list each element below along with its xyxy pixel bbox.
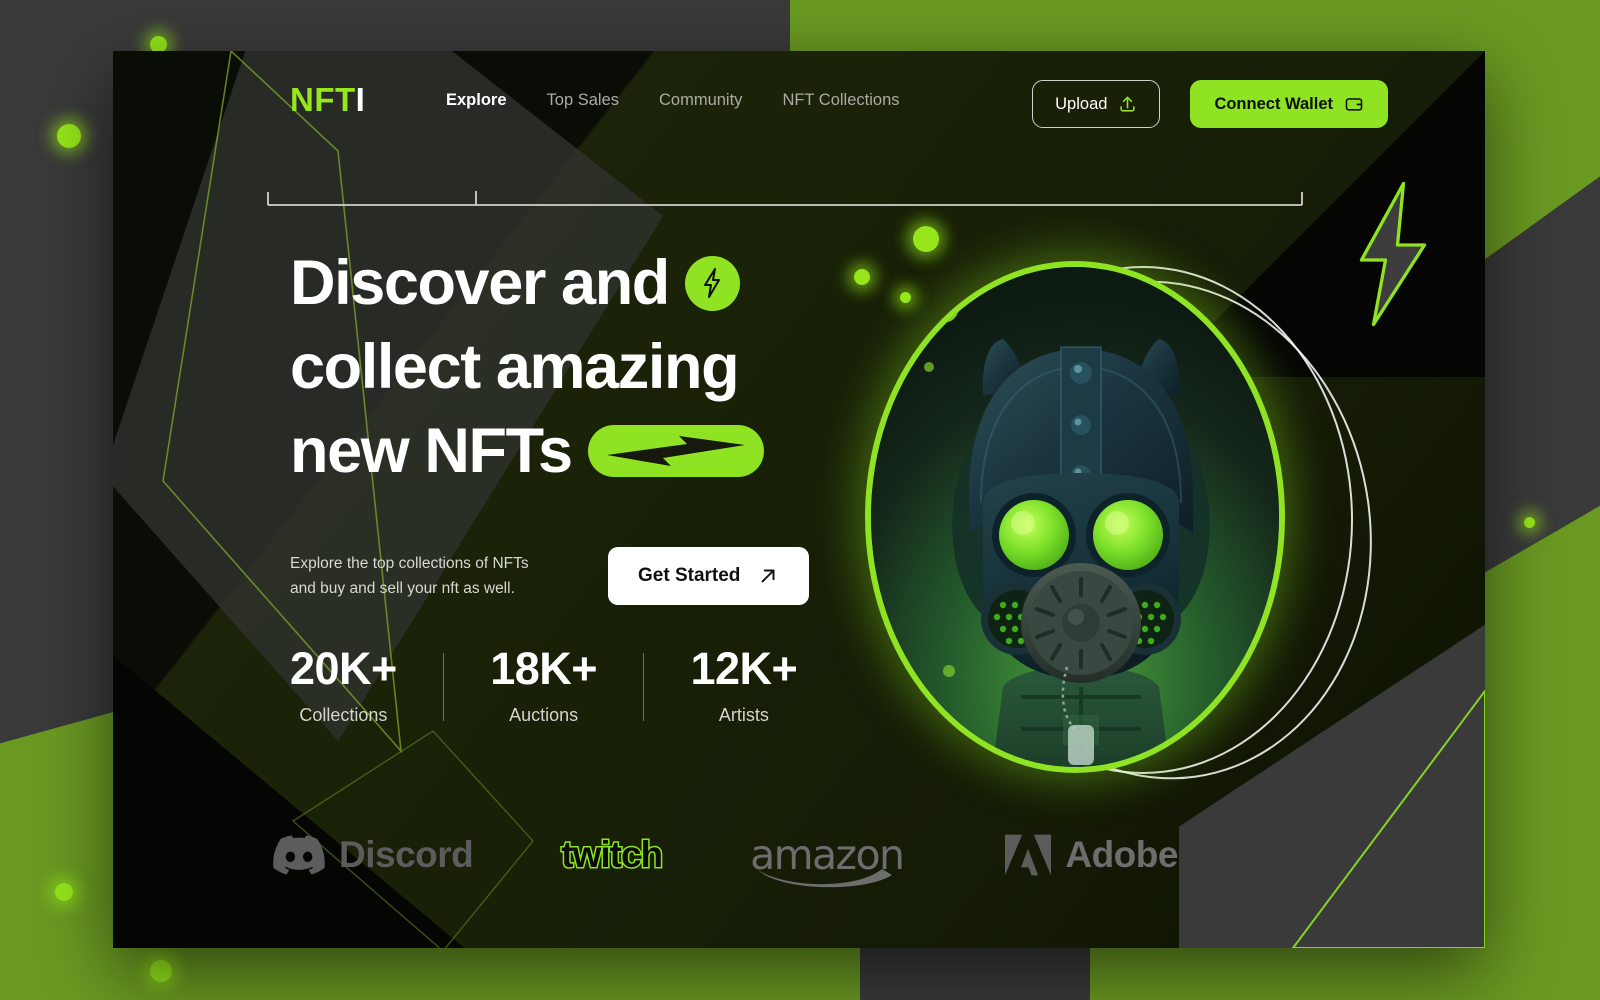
avatar	[871, 267, 1279, 767]
nav-item-community[interactable]: Community	[659, 91, 742, 110]
header-actions: Upload Connect Wallet	[1032, 80, 1388, 128]
stat-divider	[442, 653, 445, 721]
headline-line-3: new NFTs	[290, 409, 910, 493]
connect-wallet-button[interactable]: Connect Wallet	[1190, 80, 1388, 128]
headline-line-1: Discover and	[290, 241, 910, 325]
amazon-smile-icon	[758, 869, 893, 888]
main-nav: Explore Top Sales Community NFT Collecti…	[446, 91, 900, 110]
stat-collections: 20K+ Collections	[290, 643, 397, 726]
hero-subtitle: Explore the top collections of NFTs and …	[290, 551, 548, 601]
adobe-label: Adobe	[1065, 834, 1178, 875]
stat-value: 12K+	[690, 643, 798, 694]
headline-line-2: collect amazing	[290, 325, 910, 409]
hero-subtitle-line-1: Explore the top collections of NFTs	[290, 555, 529, 572]
hero-subrow: Explore the top collections of NFTs and …	[290, 547, 910, 605]
glow-dot	[150, 960, 172, 982]
stat-label: Auctions	[509, 705, 579, 725]
site-header: NFTI Explore Top Sales Community NFT Col…	[113, 51, 1485, 206]
glow-dot	[1524, 517, 1535, 528]
discord-icon	[273, 835, 325, 875]
glow-dot	[57, 124, 81, 148]
logo-text-white: I	[355, 81, 366, 118]
brand-logos: Discord twitch amazon Adobe	[273, 831, 1178, 888]
lightning-bolt-pill-icon	[587, 425, 764, 477]
nav-item-nft-collections[interactable]: NFT Collections	[782, 91, 899, 110]
stat-auctions: 18K+ Auctions	[490, 643, 597, 726]
brand-amazon[interactable]: amazon	[750, 831, 905, 888]
nav-item-top-sales[interactable]: Top Sales	[547, 91, 619, 110]
avatar-ring	[865, 261, 1285, 773]
hero-subtitle-line-2: and buy and sell your nft as well.	[290, 580, 515, 597]
nav-item-explore[interactable]: Explore	[446, 91, 507, 110]
hero-content: Discover and collect amazing new NFTs Ex…	[290, 241, 910, 605]
get-started-label: Get Started	[638, 565, 741, 586]
headline-text-1: Discover and	[290, 248, 670, 318]
adobe-icon	[1005, 834, 1052, 876]
logo[interactable]: NFTI	[290, 81, 365, 119]
stats-row: 20K+ Collections 18K+ Auctions 12K+ Arti…	[290, 643, 798, 726]
twitch-wordmark: twitch	[560, 833, 665, 877]
brand-adobe[interactable]: Adobe	[1005, 834, 1178, 876]
amazon-wordmark: amazon	[750, 831, 905, 888]
upload-icon	[1120, 96, 1136, 112]
stat-label: Artists	[718, 705, 769, 725]
upload-button-label: Upload	[1055, 94, 1108, 113]
header-divider-rule	[267, 191, 1303, 206]
get-started-button[interactable]: Get Started	[608, 547, 810, 605]
wallet-icon	[1345, 98, 1363, 111]
page-title: Discover and collect amazing new NFTs	[290, 241, 910, 493]
glow-dot	[55, 883, 73, 901]
lightning-bolt-icon	[684, 255, 740, 311]
stat-label: Collections	[299, 705, 388, 725]
connect-wallet-label: Connect Wallet	[1214, 94, 1333, 113]
hero-card: NFTI Explore Top Sales Community NFT Col…	[113, 51, 1485, 948]
nft-artwork[interactable]	[855, 246, 1404, 807]
arrow-up-right-icon	[761, 569, 775, 583]
headline-text-2: collect amazing	[290, 332, 740, 402]
stat-divider	[643, 653, 645, 721]
stat-value: 20K+	[290, 643, 397, 694]
discord-label: Discord	[339, 834, 474, 875]
brand-twitch[interactable]: twitch	[560, 833, 665, 877]
logo-text-green: NFT	[290, 81, 356, 118]
upload-button[interactable]: Upload	[1032, 80, 1161, 128]
stat-artists: 12K+ Artists	[690, 643, 797, 726]
stat-value: 18K+	[490, 643, 598, 694]
brand-discord[interactable]: Discord	[273, 834, 474, 876]
headline-text-3: new NFTs	[290, 416, 573, 486]
